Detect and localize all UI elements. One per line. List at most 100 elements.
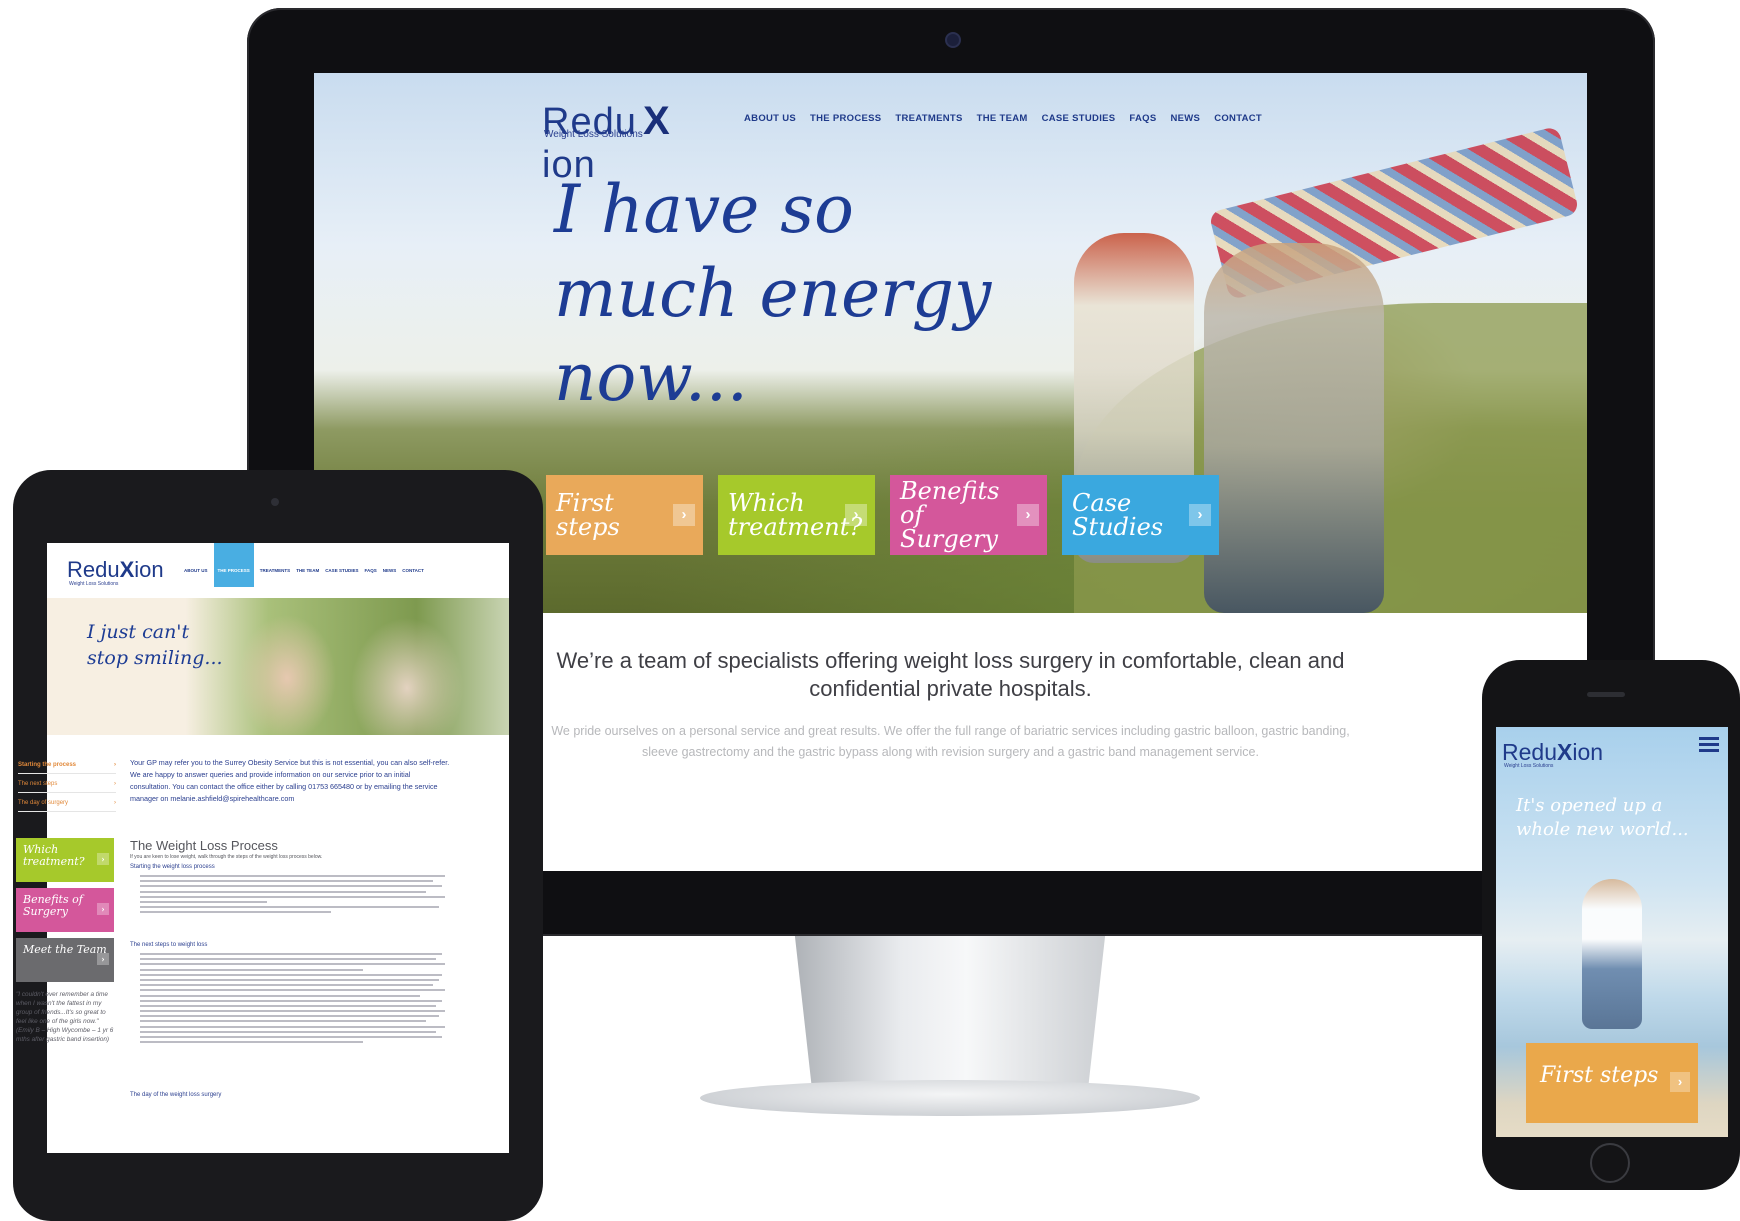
phone-hero-headline: It's opened up a whole new world... [1516, 795, 1689, 840]
nav-news[interactable]: NEWS [383, 543, 397, 573]
text-line [140, 968, 363, 971]
text-line [140, 875, 446, 877]
monitor-camera [945, 32, 961, 48]
tablet-hero-headline: I just can't stop smiling... [87, 621, 223, 669]
phone-tile-first-steps[interactable]: First steps › [1526, 1043, 1698, 1123]
tile-label: Benefits of Surgery [900, 477, 1000, 553]
desktop-logo[interactable]: Redu Xion [542, 99, 722, 186]
text-line [140, 1020, 427, 1023]
text-line [140, 911, 331, 914]
phone-hero-jumping-woman [1582, 879, 1642, 1029]
nav-the-process[interactable]: THE PROCESS [810, 113, 881, 124]
chevron-right-icon: › [97, 853, 109, 865]
tablet-tile-benefits[interactable]: Benefits of Surgery › [16, 888, 114, 932]
content-title: The Weight Loss Process [130, 838, 278, 853]
text-line [140, 953, 443, 955]
text-line [140, 1036, 443, 1038]
nav-faqs[interactable]: FAQS [1129, 113, 1156, 124]
tablet-screen: ReduXion Weight Loss Solutions ABOUT US … [47, 543, 509, 1153]
logo-tagline: Weight Loss Solutions [544, 129, 643, 140]
text-line [140, 900, 268, 903]
desktop-feature-tiles: First steps › Which treatment? › Benefit… [546, 475, 1219, 555]
section-heading-next-steps: The next steps to weight loss [130, 942, 208, 948]
text-line [140, 958, 436, 961]
tile-first-steps[interactable]: First steps › [546, 475, 703, 555]
tablet-camera [271, 498, 279, 506]
logo-part-2: ion [1572, 739, 1604, 765]
text-line [140, 890, 427, 893]
text-line [140, 978, 439, 981]
chevron-right-icon: › [114, 800, 116, 806]
logo-part-1: Redu [1502, 739, 1557, 765]
hero-man-running [1204, 243, 1384, 613]
text-line [140, 1025, 446, 1028]
side-link-next-steps[interactable]: The next steps › [18, 774, 116, 793]
text-line [140, 895, 446, 898]
nav-treatments[interactable]: TREATMENTS [895, 113, 962, 124]
tile-case-studies[interactable]: Case Studies › [1062, 475, 1219, 555]
monitor-stand-neck [794, 936, 1106, 1084]
nav-the-team[interactable]: THE TEAM [977, 113, 1028, 124]
tile-label: Benefits of Surgery [23, 893, 83, 918]
chevron-right-icon: › [97, 903, 109, 915]
nav-treatments[interactable]: TREATMENTS [260, 543, 290, 573]
phone-earpiece [1587, 692, 1625, 697]
nav-faqs[interactable]: FAQS [364, 543, 376, 573]
side-link-label: Starting the process [18, 762, 77, 768]
side-link-starting[interactable]: Starting the process › [18, 755, 116, 774]
text-line [140, 906, 439, 909]
tablet-main-nav: ABOUT US THE PROCESS TREATMENTS THE TEAM… [184, 543, 424, 587]
hero-headline: I have so much energy now... [554, 171, 992, 416]
chevron-right-icon: › [845, 504, 867, 526]
chevron-right-icon: › [1670, 1072, 1690, 1092]
tablet-logo[interactable]: ReduXion [67, 557, 164, 583]
nav-case-studies[interactable]: CASE STUDIES [325, 543, 358, 573]
tablet-intro-text: Your GP may refer you to the Surrey Obes… [130, 758, 450, 803]
nav-case-studies[interactable]: CASE STUDIES [1042, 113, 1116, 124]
side-link-day-of-surgery[interactable]: The day of surgery › [18, 793, 116, 812]
tablet-side-links: Starting the process › The next steps › Th… [18, 755, 116, 812]
tile-label: Which treatment? [728, 489, 863, 541]
text-line [140, 994, 420, 997]
testimonial-quote: "I couldn't ever remember a time when I … [16, 991, 114, 1043]
nav-about-us[interactable]: ABOUT US [184, 543, 208, 573]
tablet-tile-which-treatment[interactable]: Which treatment? › [16, 838, 114, 882]
logo-tagline: Weight Loss Solutions [69, 581, 119, 587]
text-line [140, 984, 433, 987]
logo-x-figure-icon: X [643, 99, 671, 143]
nav-the-team[interactable]: THE TEAM [296, 543, 319, 573]
chevron-right-icon: › [1017, 504, 1039, 526]
tile-label: Case Studies [1072, 489, 1164, 541]
tablet-tile-meet-the-team[interactable]: Meet the Team › [16, 938, 114, 982]
phone-logo[interactable]: ReduXion [1502, 739, 1603, 766]
nav-news[interactable]: NEWS [1170, 113, 1200, 124]
tile-label: Meet the Team [23, 943, 107, 956]
tile-label: First steps [1540, 1063, 1659, 1088]
logo-x-figure-icon: X [119, 557, 135, 582]
hamburger-menu-icon[interactable] [1699, 737, 1719, 755]
menu-bar [1699, 749, 1719, 752]
nav-the-process[interactable]: THE PROCESS [213, 543, 254, 587]
text-line [140, 973, 443, 976]
nav-about-us[interactable]: ABOUT US [744, 113, 796, 124]
monitor-stand-foot [700, 1080, 1200, 1116]
tile-benefits-of-surgery[interactable]: Benefits of Surgery › [890, 475, 1047, 555]
side-link-label: The next steps [18, 781, 58, 787]
text-line [140, 1041, 363, 1044]
nav-contact[interactable]: CONTACT [1214, 113, 1262, 124]
text-line [140, 880, 433, 883]
intro-body: We pride ourselves on a personal service… [551, 724, 1350, 759]
intro-title: We’re a team of specialists offering wei… [556, 648, 1345, 701]
chevron-right-icon: › [673, 504, 695, 526]
tile-label: Which treatment? [23, 843, 85, 868]
nav-contact[interactable]: CONTACT [402, 543, 424, 573]
logo-tagline: Weight Loss Solutions [1504, 763, 1554, 769]
section-heading-day-of-surgery[interactable]: The day of the weight loss surgery [130, 1092, 221, 1098]
phone-home-button[interactable] [1590, 1143, 1630, 1183]
tile-label: First steps [556, 489, 620, 541]
text-line [140, 1030, 436, 1033]
phone-screen: ReduXion Weight Loss Solutions It's open… [1496, 727, 1728, 1137]
tile-which-treatment[interactable]: Which treatment? › [718, 475, 875, 555]
text-line [140, 1015, 439, 1018]
logo-part-1: Redu [67, 557, 120, 582]
